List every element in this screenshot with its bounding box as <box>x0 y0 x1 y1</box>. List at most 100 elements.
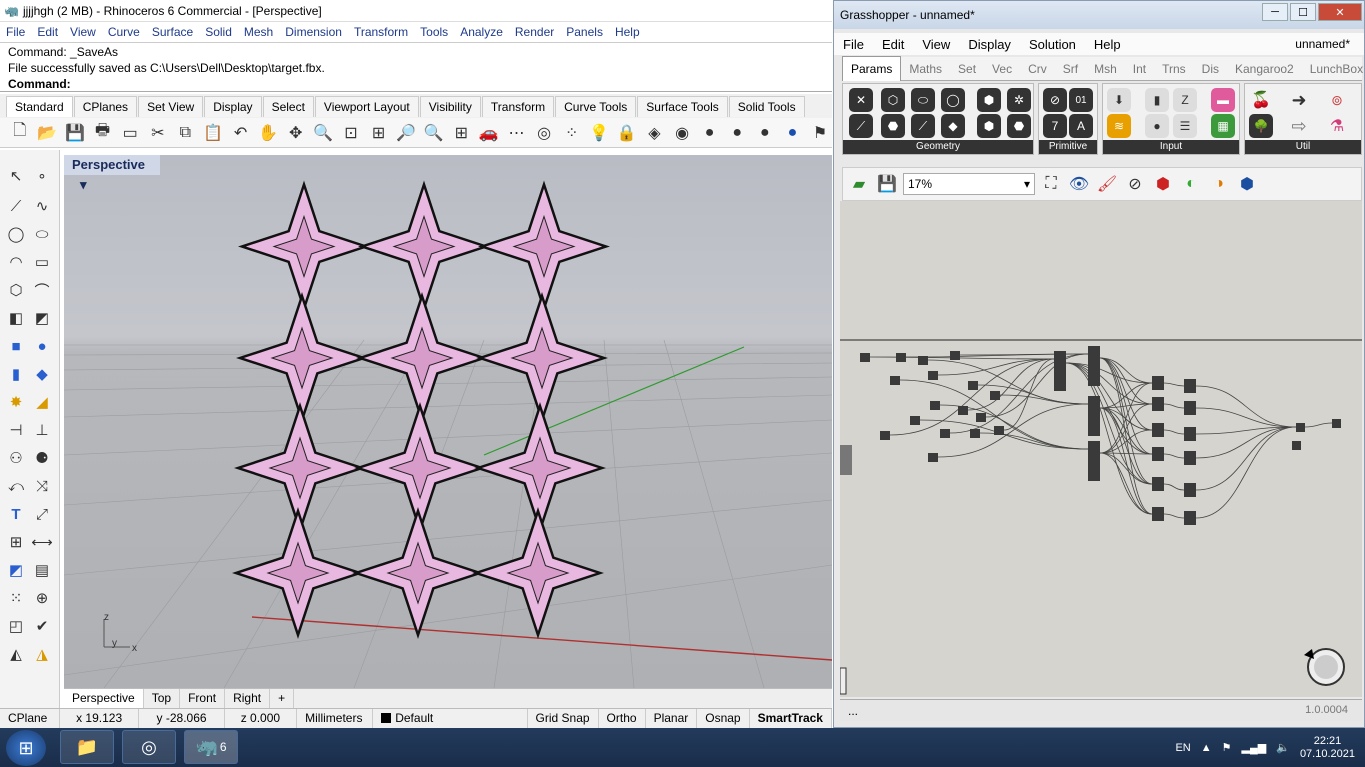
open-file-icon[interactable]: ▰ <box>847 172 871 196</box>
gh-component[interactable] <box>1184 427 1196 441</box>
origami-panels[interactable] <box>231 180 611 640</box>
gh-component[interactable] <box>976 413 986 422</box>
rhino-taskbar-icon[interactable]: 🦏 6 <box>184 730 238 764</box>
swatch-icon[interactable]: ▦ <box>1211 114 1235 138</box>
new-file-icon[interactable]: 🗋 <box>8 121 32 145</box>
tree-icon[interactable]: 🌳 <box>1249 114 1273 138</box>
copy-icon[interactable]: ⧉ <box>174 121 198 145</box>
gh-component[interactable] <box>1296 423 1305 432</box>
chrome-icon[interactable]: ◎ <box>122 730 176 764</box>
canvas-scroll-handle[interactable] <box>840 667 847 695</box>
point-icon[interactable]: ∘ <box>30 164 54 188</box>
menu-edit[interactable]: Edit <box>31 25 64 39</box>
gh-component[interactable] <box>994 426 1004 435</box>
gh-component[interactable] <box>1332 419 1341 428</box>
lock-icon[interactable]: 🔒 <box>615 121 639 145</box>
navigation-compass[interactable] <box>1304 648 1345 686</box>
point-grid-icon[interactable]: ⁙ <box>4 586 28 610</box>
value-list-icon[interactable]: ☰ <box>1173 114 1197 138</box>
analyze-icon[interactable]: ◰ <box>4 614 28 638</box>
gh-component[interactable] <box>910 416 920 425</box>
slider-icon[interactable]: Z <box>1173 88 1197 112</box>
status-cplane[interactable]: CPlane <box>0 709 60 728</box>
shade-sphere-icon[interactable]: ● <box>698 121 722 145</box>
menu-mesh[interactable]: Mesh <box>238 25 279 39</box>
arc-icon[interactable]: ◠ <box>4 250 28 274</box>
gh-component[interactable] <box>918 356 928 365</box>
gh-component[interactable] <box>1184 483 1196 497</box>
block-icon[interactable]: ◩ <box>4 558 28 582</box>
flask-icon[interactable]: ⚗ <box>1325 114 1349 138</box>
properties-icon[interactable]: ▭ <box>118 121 142 145</box>
gh-component[interactable] <box>930 401 940 410</box>
array-icon[interactable]: ⊞ <box>4 530 28 554</box>
gh-component[interactable] <box>1184 379 1196 393</box>
explorer-icon[interactable]: 📁 <box>60 730 114 764</box>
line-param-icon[interactable]: ⬣ <box>881 114 905 138</box>
gh-tab-crv[interactable]: Crv <box>1020 57 1055 81</box>
group-icon[interactable]: ⚇ <box>4 446 28 470</box>
preview-mesh-icon[interactable]: ◐ <box>1179 172 1203 196</box>
tab-display[interactable]: Display <box>204 95 262 117</box>
color-wheel-icon[interactable]: ◉ <box>670 121 694 145</box>
gh-component[interactable] <box>1152 477 1164 491</box>
geometry-param-icon[interactable]: ✕ <box>849 88 873 112</box>
menu-curve[interactable]: Curve <box>102 25 146 39</box>
render-object-icon[interactable]: ◭ <box>4 642 28 666</box>
boolean-icon[interactable]: ● <box>30 334 54 358</box>
tab-select[interactable]: Select <box>262 95 314 117</box>
gh-component[interactable] <box>880 431 890 440</box>
tab-visibility[interactable]: Visibility <box>419 95 481 117</box>
select-arrow-icon[interactable]: ↖ <box>4 164 28 188</box>
gh-component[interactable] <box>968 381 978 390</box>
gh-component[interactable] <box>860 353 870 362</box>
start-button-icon[interactable]: ⊞ <box>6 730 46 766</box>
gh-tab-lunchbox[interactable]: LunchBox <box>1302 57 1365 81</box>
grasshopper-canvas[interactable] <box>840 201 1362 697</box>
zoom-extents-icon[interactable]: ⊞ <box>367 121 391 145</box>
language-indicator[interactable]: EN <box>1175 742 1190 754</box>
point-param-icon[interactable]: ◆ <box>941 114 965 138</box>
gh-component[interactable] <box>1152 447 1164 461</box>
trim-icon[interactable]: ⊣ <box>4 418 28 442</box>
gh-component[interactable] <box>950 351 960 360</box>
gh-tab-dis[interactable]: Dis <box>1194 57 1227 81</box>
paint-icon[interactable]: ◮ <box>30 642 54 666</box>
tab-surface-tools[interactable]: Surface Tools <box>637 95 728 117</box>
offset-icon[interactable]: ⤺ <box>4 474 28 498</box>
render-sphere-icon[interactable]: ● <box>725 121 749 145</box>
cluster-icon[interactable]: ⊚ <box>1325 88 1349 112</box>
extrude-icon[interactable]: ◩ <box>30 306 54 330</box>
fillet-icon[interactable]: ⌒ <box>30 278 54 302</box>
graph-mapper-icon[interactable]: ≋ <box>1107 114 1131 138</box>
curve-icon[interactable]: ∿ <box>30 194 54 218</box>
menu-help[interactable]: Help <box>609 25 646 39</box>
gh-status-dots[interactable]: ... <box>848 704 858 718</box>
points-icon[interactable]: ⁘ <box>560 121 584 145</box>
perspective-viewport[interactable]: z y x <box>64 155 832 688</box>
gh-menu-display[interactable]: Display <box>959 37 1020 52</box>
gh-tab-kangaroo2[interactable]: Kangaroo2 <box>1227 57 1302 81</box>
menu-tools[interactable]: Tools <box>414 25 454 39</box>
group-label-util[interactable]: Util <box>1245 140 1361 154</box>
volume-icon[interactable]: 🔈 <box>1276 741 1290 754</box>
gh-component[interactable] <box>958 406 968 415</box>
text-param-icon[interactable]: A <box>1069 114 1093 138</box>
menu-transform[interactable]: Transform <box>348 25 414 39</box>
clock[interactable]: 22:21 07.10.2021 <box>1300 735 1355 761</box>
outline-arrow-icon[interactable]: ⇨ <box>1287 114 1311 138</box>
four-viewports-icon[interactable]: ⊞ <box>450 121 474 145</box>
ungroup-icon[interactable]: ⚈ <box>30 446 54 470</box>
surface-icon[interactable]: ◧ <box>4 306 28 330</box>
tab-standard[interactable]: Standard <box>6 95 73 117</box>
gh-components[interactable] <box>840 346 1341 525</box>
scale-icon[interactable]: ⤢ <box>30 502 54 526</box>
target-icon[interactable]: ◎ <box>532 121 556 145</box>
gh-menu-help[interactable]: Help <box>1085 37 1130 52</box>
polyline-icon[interactable]: ⟋ <box>4 194 28 218</box>
zoom-extents-icon[interactable]: ⛶ <box>1039 172 1063 196</box>
toggle-icon[interactable]: ▮ <box>1145 88 1169 112</box>
undo-icon[interactable]: ↶ <box>229 121 253 145</box>
viewport-tab-top[interactable]: Top <box>144 689 181 708</box>
render-tools-icon[interactable]: ⚑ <box>808 121 832 145</box>
